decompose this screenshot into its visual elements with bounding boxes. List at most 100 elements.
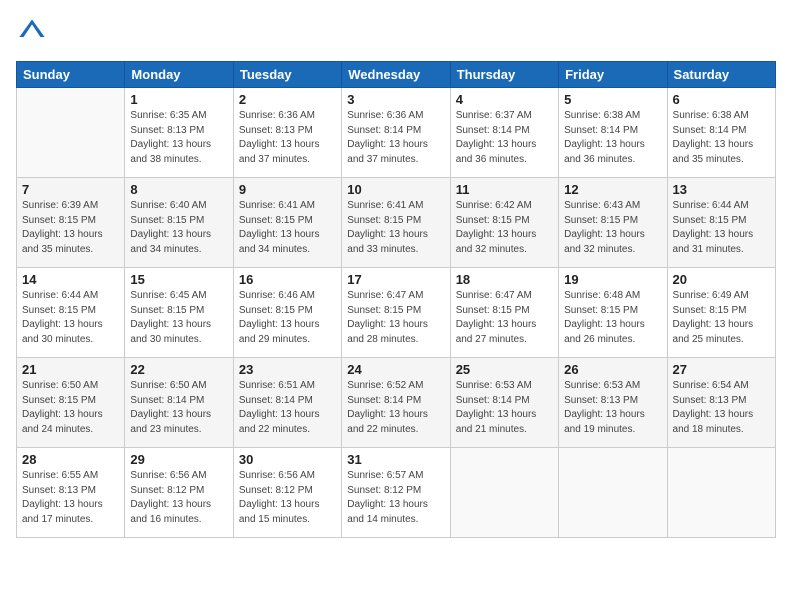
day-cell: 18 Sunrise: 6:47 AM Sunset: 8:15 PM Dayli… [450, 268, 558, 358]
day-number: 27 [673, 362, 770, 377]
day-number: 11 [456, 182, 553, 197]
day-number: 21 [22, 362, 119, 377]
day-cell: 13 Sunrise: 6:44 AM Sunset: 8:15 PM Dayli… [667, 178, 775, 268]
day-cell: 31Sunrise: 6:57 AM Sunset: 8:12 PM Dayli… [342, 448, 450, 538]
day-info: Sunrise: 6:53 AM Sunset: 8:14 PM Dayligh… [456, 379, 553, 437]
day-cell [559, 448, 667, 538]
day-number: 26 [564, 362, 661, 377]
day-cell: 8 Sunrise: 6:40 AM Sunset: 8:15 PM Daylig… [125, 178, 233, 268]
day-info: Sunrise: 6:35 AM Sunset: 8:13 PM Dayligh… [130, 109, 227, 167]
day-number: 15 [130, 272, 227, 287]
day-cell: 24 Sunrise: 6:52 AM Sunset: 8:14 PM Dayli… [342, 358, 450, 448]
day-cell: 10Sunrise: 6:41 AM Sunset: 8:15 PM Dayli… [342, 178, 450, 268]
day-number: 30 [239, 452, 336, 467]
logo-icon [18, 16, 46, 44]
day-info: Sunrise: 6:39 AM Sunset: 8:15 PM Dayligh… [22, 199, 119, 257]
day-number: 22 [130, 362, 227, 377]
day-cell: 3 Sunrise: 6:36 AM Sunset: 8:14 PM Daylig… [342, 88, 450, 178]
day-info: Sunrise: 6:44 AM Sunset: 8:15 PM Dayligh… [673, 199, 770, 257]
day-info: Sunrise: 6:48 AM Sunset: 8:15 PM Dayligh… [564, 289, 661, 347]
week-row-4: 21 Sunrise: 6:50 AM Sunset: 8:15 PM Dayli… [17, 358, 776, 448]
day-cell: 28 Sunrise: 6:55 AM Sunset: 8:13 PM Dayli… [17, 448, 125, 538]
day-number: 16 [239, 272, 336, 287]
day-info: Sunrise: 6:46 AM Sunset: 8:15 PM Dayligh… [239, 289, 336, 347]
day-number: 20 [673, 272, 770, 287]
day-info: Sunrise: 6:44 AM Sunset: 8:15 PM Dayligh… [22, 289, 119, 347]
day-cell: 12Sunrise: 6:43 AM Sunset: 8:15 PM Dayli… [559, 178, 667, 268]
col-header-friday: Friday [559, 62, 667, 88]
day-number: 1 [130, 92, 227, 107]
day-cell: 23 Sunrise: 6:51 AM Sunset: 8:14 PM Dayli… [233, 358, 341, 448]
week-row-2: 7 Sunrise: 6:39 AM Sunset: 8:15 PM Daylig… [17, 178, 776, 268]
day-number: 14 [22, 272, 119, 287]
day-cell: 26 Sunrise: 6:53 AM Sunset: 8:13 PM Dayli… [559, 358, 667, 448]
day-info: Sunrise: 6:40 AM Sunset: 8:15 PM Dayligh… [130, 199, 227, 257]
day-info: Sunrise: 6:43 AM Sunset: 8:15 PM Dayligh… [564, 199, 661, 257]
day-cell: 27 Sunrise: 6:54 AM Sunset: 8:13 PM Dayli… [667, 358, 775, 448]
header [16, 16, 776, 49]
day-info: Sunrise: 6:50 AM Sunset: 8:14 PM Dayligh… [130, 379, 227, 437]
day-number: 23 [239, 362, 336, 377]
day-number: 4 [456, 92, 553, 107]
day-cell: 6 Sunrise: 6:38 AM Sunset: 8:14 PM Daylig… [667, 88, 775, 178]
day-info: Sunrise: 6:55 AM Sunset: 8:13 PM Dayligh… [22, 469, 119, 527]
day-number: 7 [22, 182, 119, 197]
week-row-3: 14 Sunrise: 6:44 AM Sunset: 8:15 PM Dayli… [17, 268, 776, 358]
day-cell: 1 Sunrise: 6:35 AM Sunset: 8:13 PM Daylig… [125, 88, 233, 178]
col-header-sunday: Sunday [17, 62, 125, 88]
day-number: 29 [130, 452, 227, 467]
day-cell: 20 Sunrise: 6:49 AM Sunset: 8:15 PM Dayli… [667, 268, 775, 358]
day-number: 3 [347, 92, 444, 107]
day-cell: 19 Sunrise: 6:48 AM Sunset: 8:15 PM Dayli… [559, 268, 667, 358]
week-row-1: 1 Sunrise: 6:35 AM Sunset: 8:13 PM Daylig… [17, 88, 776, 178]
day-cell [450, 448, 558, 538]
calendar-table: SundayMondayTuesdayWednesdayThursdayFrid… [16, 61, 776, 538]
week-row-5: 28 Sunrise: 6:55 AM Sunset: 8:13 PM Dayli… [17, 448, 776, 538]
day-number: 9 [239, 182, 336, 197]
day-cell: 9 Sunrise: 6:41 AM Sunset: 8:15 PM Daylig… [233, 178, 341, 268]
day-info: Sunrise: 6:42 AM Sunset: 8:15 PM Dayligh… [456, 199, 553, 257]
day-info: Sunrise: 6:37 AM Sunset: 8:14 PM Dayligh… [456, 109, 553, 167]
day-cell: 15 Sunrise: 6:45 AM Sunset: 8:15 PM Dayli… [125, 268, 233, 358]
day-info: Sunrise: 6:50 AM Sunset: 8:15 PM Dayligh… [22, 379, 119, 437]
day-number: 19 [564, 272, 661, 287]
day-number: 18 [456, 272, 553, 287]
day-number: 2 [239, 92, 336, 107]
day-cell: 22 Sunrise: 6:50 AM Sunset: 8:14 PM Dayli… [125, 358, 233, 448]
day-info: Sunrise: 6:45 AM Sunset: 8:15 PM Dayligh… [130, 289, 227, 347]
day-info: Sunrise: 6:47 AM Sunset: 8:15 PM Dayligh… [456, 289, 553, 347]
day-cell [17, 88, 125, 178]
day-number: 6 [673, 92, 770, 107]
day-info: Sunrise: 6:36 AM Sunset: 8:13 PM Dayligh… [239, 109, 336, 167]
day-cell: 5 Sunrise: 6:38 AM Sunset: 8:14 PM Daylig… [559, 88, 667, 178]
day-cell: 17Sunrise: 6:47 AM Sunset: 8:15 PM Dayli… [342, 268, 450, 358]
day-info: Sunrise: 6:51 AM Sunset: 8:14 PM Dayligh… [239, 379, 336, 437]
day-info: Sunrise: 6:57 AM Sunset: 8:12 PM Dayligh… [347, 469, 444, 527]
day-cell: 4 Sunrise: 6:37 AM Sunset: 8:14 PM Daylig… [450, 88, 558, 178]
day-cell: 16 Sunrise: 6:46 AM Sunset: 8:15 PM Dayli… [233, 268, 341, 358]
day-number: 24 [347, 362, 444, 377]
col-header-wednesday: Wednesday [342, 62, 450, 88]
day-info: Sunrise: 6:54 AM Sunset: 8:13 PM Dayligh… [673, 379, 770, 437]
day-info: Sunrise: 6:38 AM Sunset: 8:14 PM Dayligh… [673, 109, 770, 167]
day-cell: 29Sunrise: 6:56 AM Sunset: 8:12 PM Dayli… [125, 448, 233, 538]
page: SundayMondayTuesdayWednesdayThursdayFrid… [0, 0, 792, 612]
day-info: Sunrise: 6:36 AM Sunset: 8:14 PM Dayligh… [347, 109, 444, 167]
col-header-monday: Monday [125, 62, 233, 88]
day-info: Sunrise: 6:49 AM Sunset: 8:15 PM Dayligh… [673, 289, 770, 347]
day-info: Sunrise: 6:52 AM Sunset: 8:14 PM Dayligh… [347, 379, 444, 437]
day-cell: 2 Sunrise: 6:36 AM Sunset: 8:13 PM Daylig… [233, 88, 341, 178]
day-number: 5 [564, 92, 661, 107]
day-info: Sunrise: 6:38 AM Sunset: 8:14 PM Dayligh… [564, 109, 661, 167]
logo [16, 16, 46, 49]
day-number: 17 [347, 272, 444, 287]
day-info: Sunrise: 6:56 AM Sunset: 8:12 PM Dayligh… [239, 469, 336, 527]
day-number: 13 [673, 182, 770, 197]
col-header-saturday: Saturday [667, 62, 775, 88]
day-cell: 21 Sunrise: 6:50 AM Sunset: 8:15 PM Dayli… [17, 358, 125, 448]
day-number: 8 [130, 182, 227, 197]
day-number: 28 [22, 452, 119, 467]
day-info: Sunrise: 6:53 AM Sunset: 8:13 PM Dayligh… [564, 379, 661, 437]
day-info: Sunrise: 6:41 AM Sunset: 8:15 PM Dayligh… [239, 199, 336, 257]
day-number: 25 [456, 362, 553, 377]
